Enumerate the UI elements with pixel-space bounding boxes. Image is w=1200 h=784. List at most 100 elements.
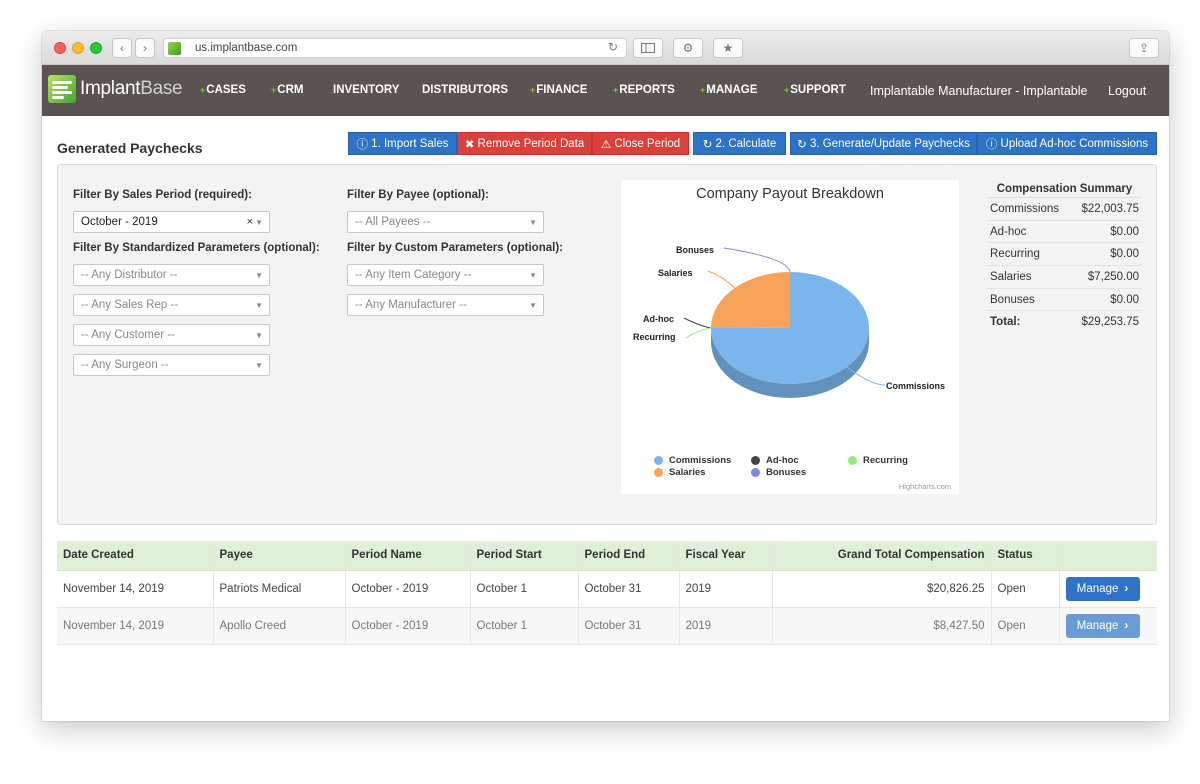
data-label-commissions: Commissions: [886, 381, 946, 391]
nav-support[interactable]: +SUPPORT: [784, 84, 846, 96]
data-label-salaries: Salaries: [658, 268, 693, 278]
sales-rep-placeholder: -- Any Sales Rep --: [81, 299, 179, 311]
chevron-right-icon: ›: [1124, 619, 1129, 632]
summary-row: Bonuses $0.00: [987, 289, 1142, 312]
reload-icon[interactable]: ↻: [608, 40, 618, 54]
chevron-down-icon: ▼: [529, 218, 537, 227]
data-label-connector: [685, 327, 712, 339]
data-label-connector: [723, 247, 791, 273]
manufacturer-select[interactable]: -- Any Manufacturer -- ▼: [347, 294, 544, 316]
pie-slice-salaries[interactable]: [711, 272, 790, 328]
forward-icon[interactable]: ›: [135, 38, 155, 58]
clear-icon[interactable]: ×: [247, 216, 253, 228]
manufacturer-placeholder: -- Any Manufacturer --: [355, 299, 467, 311]
chart-credit[interactable]: Highcharts.com: [899, 482, 951, 491]
legend-item-commissions[interactable]: Commissions: [654, 455, 731, 466]
col-date-created[interactable]: Date Created: [57, 541, 213, 571]
payee-placeholder: -- All Payees --: [355, 216, 431, 228]
refresh-icon: ↻: [797, 138, 810, 151]
close-window-icon[interactable]: [54, 42, 66, 54]
col-status[interactable]: Status: [990, 541, 1059, 571]
summary-row: Ad-hoc $0.00: [987, 221, 1142, 244]
distributor-select[interactable]: -- Any Distributor -- ▼: [73, 264, 270, 286]
surgeon-select[interactable]: -- Any Surgeon -- ▼: [73, 354, 270, 376]
calculate-button[interactable]: ↻ 2. Calculate: [693, 132, 786, 155]
chevron-down-icon: ▼: [255, 301, 263, 310]
upload-adhoc-button[interactable]: ⓘ Upload Ad-hoc Commissions: [977, 132, 1157, 155]
share-icon[interactable]: ⇪: [1129, 38, 1159, 58]
sales-period-select[interactable]: October - 2019 × ▼: [73, 211, 270, 233]
table-header-row: Date Created Payee Period Name Period St…: [57, 541, 1157, 571]
manage-button[interactable]: Manage ›: [1065, 613, 1140, 638]
chevron-down-icon: ▼: [255, 331, 263, 340]
bookmark-icon[interactable]: ★: [713, 38, 743, 58]
chevron-down-icon: ▼: [529, 271, 537, 280]
generate-paychecks-button[interactable]: ↻ 3. Generate/Update Paychecks: [790, 132, 977, 155]
settings-gear-icon[interactable]: ⚙: [673, 38, 703, 58]
summary-title: Compensation Summary: [987, 180, 1142, 198]
summary-total-row: Total: $29,253.75: [990, 316, 1139, 329]
col-period-end[interactable]: Period End: [577, 541, 679, 571]
nav-inventory[interactable]: INVENTORY: [333, 84, 399, 96]
logout-link[interactable]: Logout: [1108, 84, 1146, 98]
item-category-select[interactable]: -- Any Item Category -- ▼: [347, 264, 544, 286]
back-icon[interactable]: ‹: [112, 38, 132, 58]
summary-row: Recurring $0.00: [987, 243, 1142, 267]
cell-payee: Apollo Creed: [212, 607, 345, 645]
page-title: Generated Paychecks: [57, 140, 203, 156]
close-period-button[interactable]: ⚠ Close Period: [592, 132, 689, 155]
filters-panel: Filter By Sales Period (required): Octob…: [57, 164, 1157, 525]
col-period-start[interactable]: Period Start: [469, 541, 578, 571]
minimize-window-icon[interactable]: [72, 42, 84, 54]
legend-item-adhoc[interactable]: Ad-hoc: [751, 455, 799, 466]
nav-manage[interactable]: +MANAGE: [700, 84, 757, 96]
import-sales-button[interactable]: ⓘ 1. Import Sales: [348, 132, 457, 155]
legend-dot: [654, 468, 663, 477]
cell-action: Manage ›: [1058, 607, 1157, 645]
table-row: November 14, 2019 Apollo Creed October -…: [57, 607, 1157, 645]
payee-select[interactable]: -- All Payees -- ▼: [347, 211, 544, 233]
x-icon: ✖: [464, 138, 478, 151]
cell-status: Open: [990, 607, 1059, 645]
paychecks-table: Date Created Payee Period Name Period St…: [57, 541, 1157, 645]
manage-button[interactable]: Manage ›: [1065, 576, 1140, 601]
cell-fiscal-year: 2019: [678, 570, 772, 608]
customer-select[interactable]: -- Any Customer -- ▼: [73, 324, 270, 346]
col-grand-total[interactable]: Grand Total Compensation: [771, 541, 991, 571]
legend-dot: [751, 468, 760, 477]
cell-action: Manage ›: [1058, 570, 1157, 608]
implantbase-logo[interactable]: ImplantBase: [48, 75, 183, 103]
legend-item-salaries[interactable]: Salaries: [654, 467, 705, 478]
compensation-summary: Compensation Summary Commissions $22,003.…: [987, 180, 1142, 334]
cell-end: October 31: [577, 607, 679, 645]
chevron-down-icon: ▼: [255, 218, 263, 227]
remove-period-data-button[interactable]: ✖ Remove Period Data: [457, 132, 592, 155]
organization-name[interactable]: Implantable Manufacturer - Implantable: [870, 84, 1087, 98]
maximize-window-icon[interactable]: [90, 42, 102, 54]
payee-label: Filter By Payee (optional):: [347, 189, 489, 201]
data-label-bonuses: Bonuses: [676, 245, 715, 255]
nav-crm[interactable]: +CRM: [271, 84, 303, 96]
sidebar-toggle-icon[interactable]: [633, 38, 663, 58]
nav-distributors[interactable]: DISTRIBUTORS: [422, 84, 508, 96]
nav-cases[interactable]: +CASES: [200, 84, 246, 96]
col-payee[interactable]: Payee: [212, 541, 345, 571]
legend-item-bonuses[interactable]: Bonuses: [751, 467, 806, 478]
nav-reports[interactable]: +REPORTS: [613, 84, 675, 96]
info-icon: ⓘ: [356, 138, 372, 151]
surgeon-placeholder: -- Any Surgeon --: [81, 359, 169, 371]
address-bar[interactable]: us.implantbase.com ↻: [163, 38, 627, 58]
sales-rep-select[interactable]: -- Any Sales Rep -- ▼: [73, 294, 270, 316]
cell-status: Open: [990, 570, 1059, 608]
col-fiscal-year[interactable]: Fiscal Year: [678, 541, 772, 571]
nav-finance[interactable]: +FINANCE: [530, 84, 587, 96]
cell-start: October 1: [469, 570, 578, 608]
table-row: November 14, 2019 Patriots Medical Octob…: [57, 570, 1157, 608]
col-period-name[interactable]: Period Name: [344, 541, 470, 571]
top-navbar: ImplantBase +CASES +CRM INVENTORY DISTRI…: [42, 65, 1169, 116]
logo-text: ImplantBase: [80, 78, 183, 99]
sales-period-value: October - 2019: [81, 216, 158, 228]
legend-item-recurring[interactable]: Recurring: [848, 455, 908, 466]
url-text: us.implantbase.com: [195, 42, 298, 54]
data-label-adhoc: Ad-hoc: [643, 314, 674, 324]
